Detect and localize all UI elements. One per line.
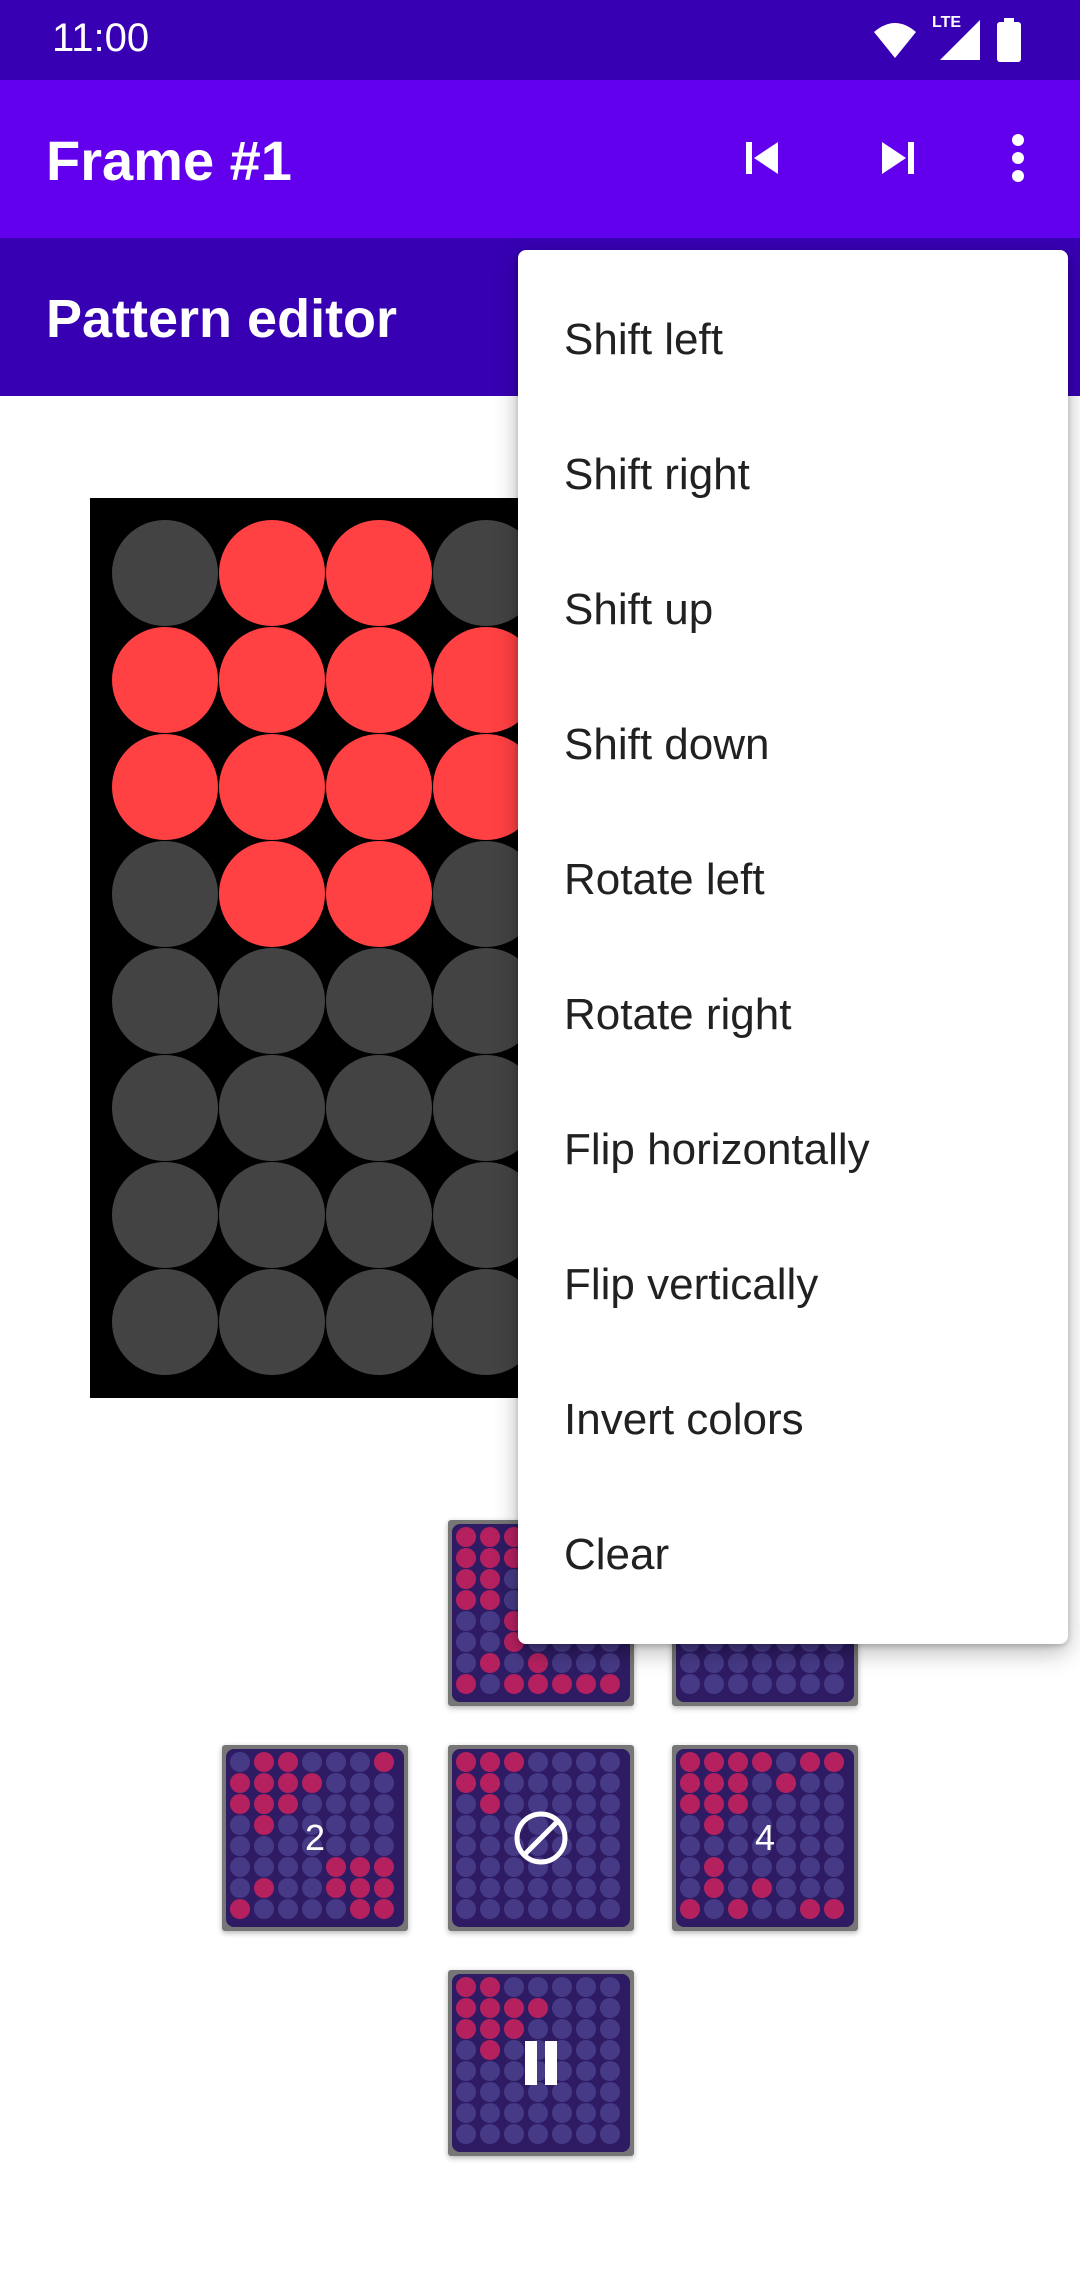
led-cell[interactable] xyxy=(433,627,518,733)
lte-signal: LTE xyxy=(932,14,982,62)
menu-item-shift-right[interactable]: Shift right xyxy=(518,407,1068,542)
led-cell[interactable] xyxy=(326,1269,432,1375)
led-cell[interactable] xyxy=(326,520,432,626)
section-title: Pattern editor xyxy=(46,289,398,349)
led-cell[interactable] xyxy=(112,734,218,840)
thumbnail-duration-label: 2 xyxy=(304,1817,326,1858)
next-frame-button[interactable] xyxy=(850,110,946,206)
thumbnail-overlay: 2 xyxy=(222,1745,408,1931)
menu-item-shift-down[interactable]: Shift down xyxy=(518,677,1068,812)
led-cell[interactable] xyxy=(326,627,432,733)
led-cell[interactable] xyxy=(219,841,325,947)
battery-icon xyxy=(997,18,1021,62)
block-icon xyxy=(514,1811,568,1865)
menu-item-shift-left[interactable]: Shift left xyxy=(518,272,1068,407)
skip-next-icon xyxy=(882,142,914,174)
menu-item-clear[interactable]: Clear xyxy=(518,1487,1068,1622)
more-vert-icon xyxy=(1012,134,1024,182)
led-cell[interactable] xyxy=(219,1162,325,1268)
led-cell[interactable] xyxy=(326,1162,432,1268)
led-cell[interactable] xyxy=(433,1269,518,1375)
app-bar: Frame #1 xyxy=(0,80,1080,238)
led-cell[interactable] xyxy=(219,627,325,733)
menu-item-rotate-right[interactable]: Rotate right xyxy=(518,947,1068,1082)
led-cell[interactable] xyxy=(112,1055,218,1161)
led-cell[interactable] xyxy=(326,1055,432,1161)
thumbnail-overlay xyxy=(448,1745,634,1931)
pause-icon xyxy=(525,2041,557,2085)
wifi-icon xyxy=(874,23,916,58)
menu-item-flip-horizontally[interactable]: Flip horizontally xyxy=(518,1082,1068,1217)
pattern-grid[interactable] xyxy=(90,498,518,1398)
led-cell[interactable] xyxy=(326,841,432,947)
led-cell[interactable] xyxy=(219,1055,325,1161)
led-cell[interactable] xyxy=(433,948,518,1054)
status-bar: 11:00 LTE xyxy=(0,0,1080,80)
led-cell[interactable] xyxy=(433,1055,518,1161)
frame-thumbnail[interactable] xyxy=(448,1745,634,1931)
thumbnail-overlay: 4 xyxy=(672,1745,858,1931)
led-cell[interactable] xyxy=(433,734,518,840)
menu-item-shift-up[interactable]: Shift up xyxy=(518,542,1068,677)
led-cell[interactable] xyxy=(433,1162,518,1268)
menu-item-invert-colors[interactable]: Invert colors xyxy=(518,1352,1068,1487)
led-cell[interactable] xyxy=(112,520,218,626)
frame-thumbnail[interactable]: 2 xyxy=(222,1745,408,1931)
led-cell[interactable] xyxy=(326,734,432,840)
led-cell[interactable] xyxy=(219,520,325,626)
thumbnail-duration-label: 4 xyxy=(754,1817,776,1858)
menu-item-flip-vertically[interactable]: Flip vertically xyxy=(518,1217,1068,1352)
led-cell[interactable] xyxy=(219,948,325,1054)
overflow-menu-button[interactable] xyxy=(970,110,1066,206)
led-cell[interactable] xyxy=(326,948,432,1054)
thumbnail-overlay xyxy=(448,1970,634,2156)
led-cell[interactable] xyxy=(112,948,218,1054)
led-cell[interactable] xyxy=(112,1269,218,1375)
frame-thumbnail[interactable] xyxy=(448,1970,634,2156)
status-icons: LTE xyxy=(872,14,1022,64)
skip-previous-icon xyxy=(746,142,778,174)
menu-item-rotate-left[interactable]: Rotate left xyxy=(518,812,1068,947)
led-cell[interactable] xyxy=(433,841,518,947)
led-cell[interactable] xyxy=(219,734,325,840)
status-time: 11:00 xyxy=(52,16,150,60)
led-cell[interactable] xyxy=(112,1162,218,1268)
network-type: LTE xyxy=(932,14,962,31)
frame-thumbnail[interactable]: 4 xyxy=(672,1745,858,1931)
overflow-menu: Shift left Shift right Shift up Shift down R… xyxy=(518,250,1068,1644)
led-cell[interactable] xyxy=(112,841,218,947)
led-cell[interactable] xyxy=(433,520,518,626)
previous-frame-button[interactable] xyxy=(714,110,810,206)
frame-title: Frame #1 xyxy=(46,129,292,192)
led-cell[interactable] xyxy=(112,627,218,733)
led-cell[interactable] xyxy=(219,1269,325,1375)
